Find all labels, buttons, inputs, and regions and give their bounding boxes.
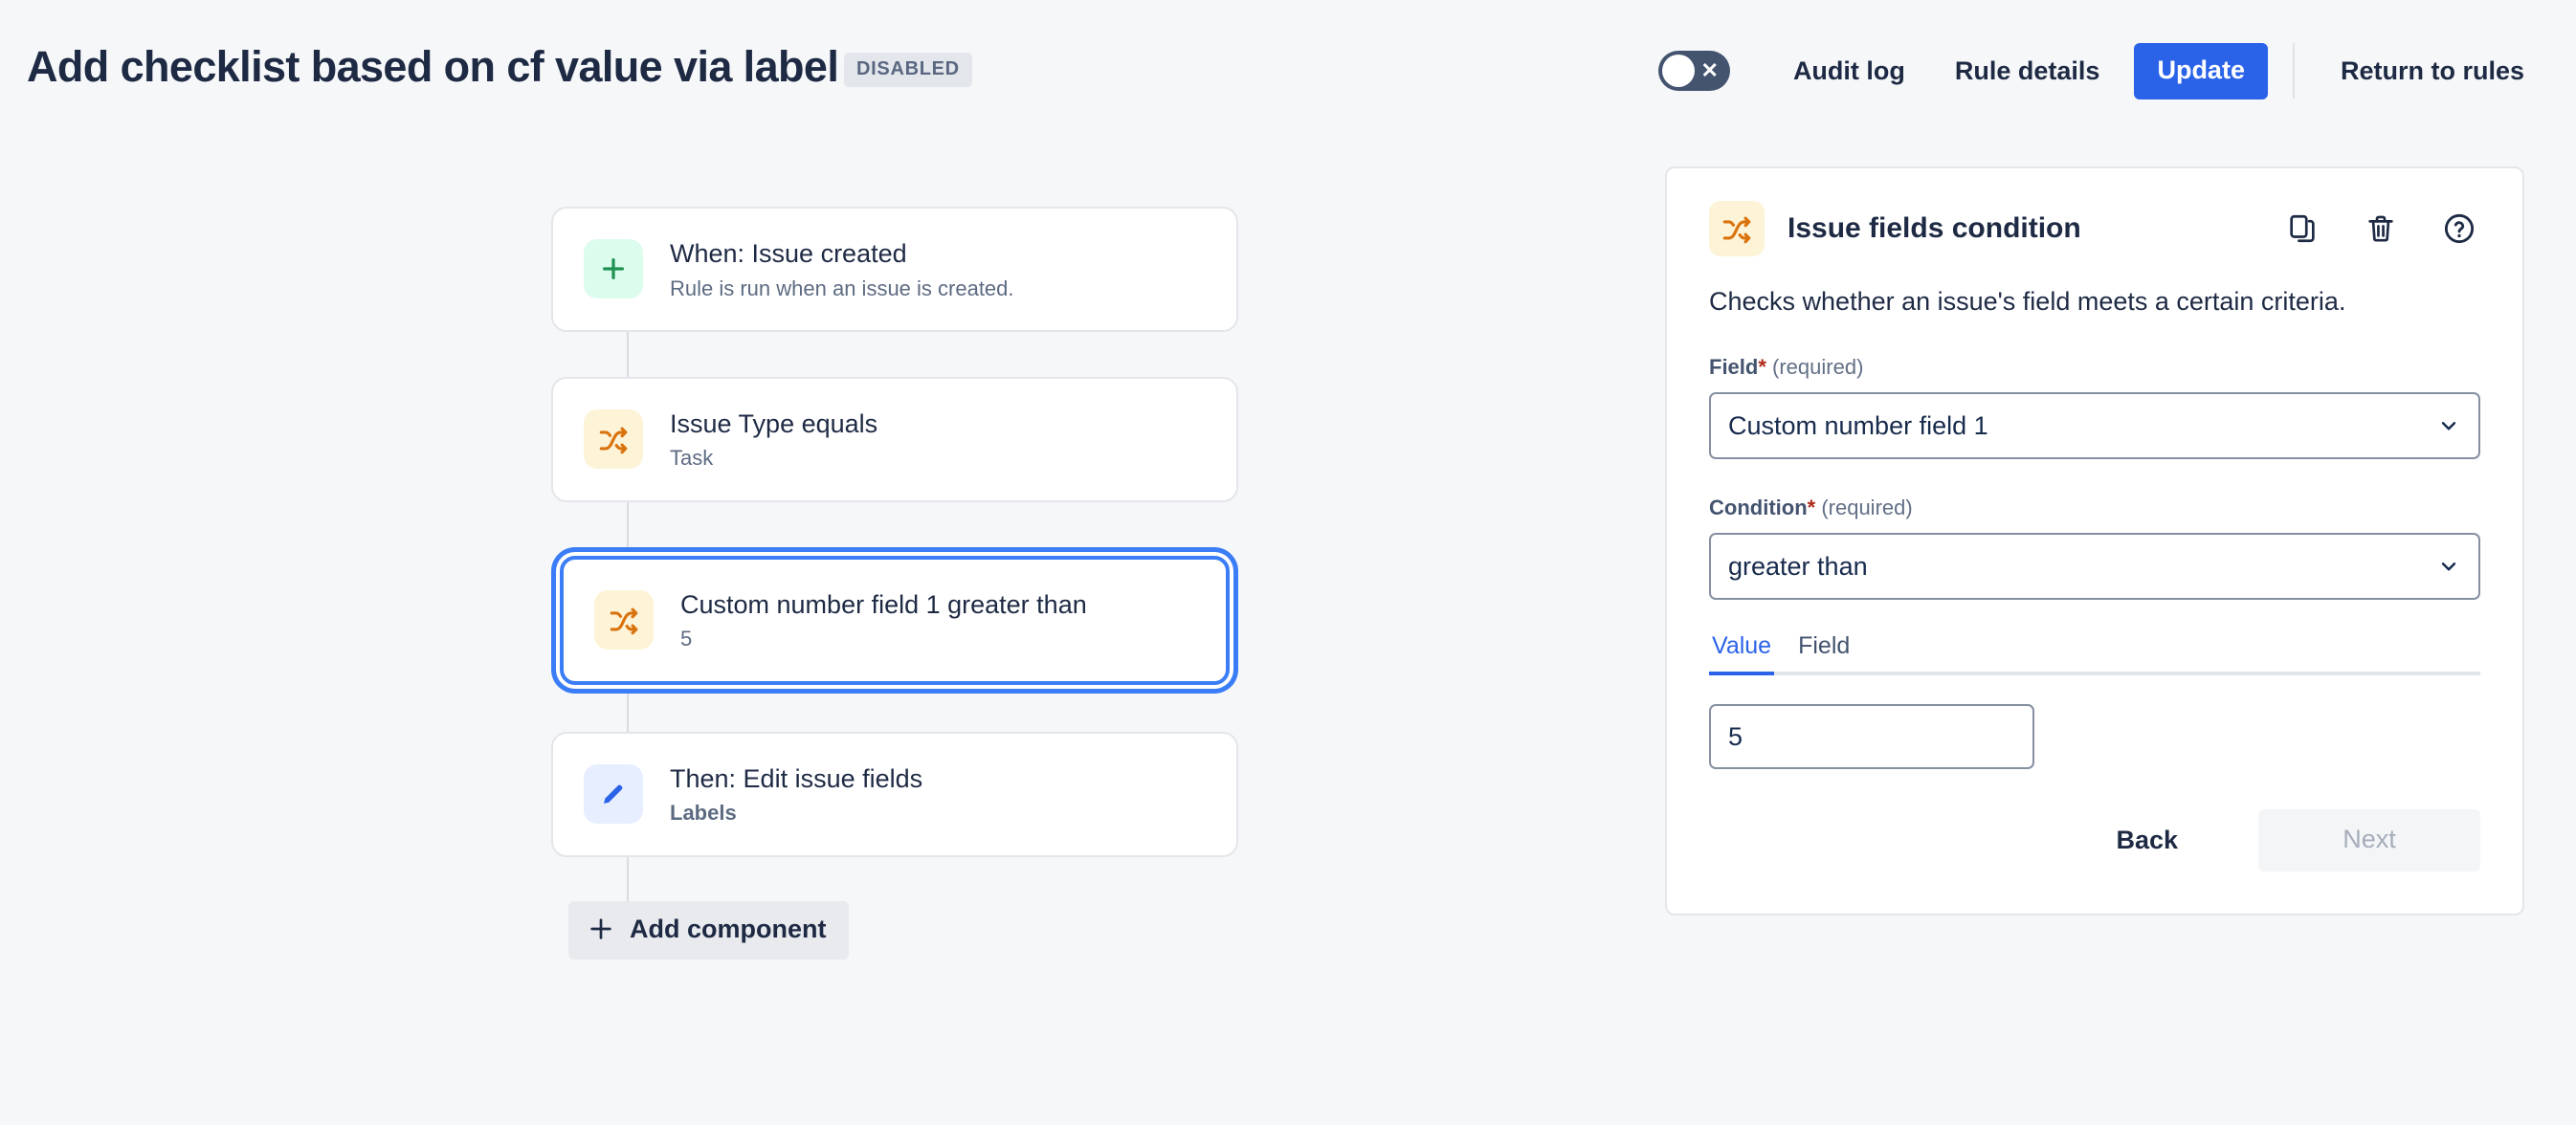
shuffle-icon: [584, 409, 643, 470]
required-text: (required): [1821, 496, 1913, 520]
rule-flow: When: Issue created Rule is run when an …: [551, 207, 1259, 960]
flow-connector: [627, 501, 629, 547]
flow-card-action-edit-issue-fields[interactable]: Then: Edit issue fields Labels: [551, 731, 1238, 857]
value-source-tabs: Value Field: [1709, 632, 2480, 676]
condition-select-value: greater than: [1728, 551, 1868, 581]
required-star: *: [1758, 355, 1766, 380]
status-badge: DISABLED: [844, 53, 972, 87]
flow-card-subtitle: Labels: [670, 801, 737, 826]
flow-card-condition-custom-number-field[interactable]: Custom number field 1 greater than 5: [560, 555, 1230, 685]
flow-card-text: Issue Type equals Task: [670, 408, 877, 472]
next-button: Next: [2258, 809, 2480, 872]
duplicate-icon[interactable]: [2281, 208, 2323, 250]
audit-log-link[interactable]: Audit log: [1768, 56, 1930, 86]
shuffle-icon: [1709, 201, 1765, 256]
add-component-label: Add component: [630, 914, 827, 943]
value-input[interactable]: [1709, 704, 2034, 770]
header-divider: [2292, 43, 2295, 99]
plus-icon: [588, 915, 614, 942]
flow-card-subtitle: Rule is run when an issue is created.: [670, 276, 1014, 300]
flow-card-title: Custom number field 1 greater than: [680, 589, 1087, 619]
condition-select[interactable]: greater than: [1709, 533, 2480, 601]
flow-card-subtitle: Task: [670, 446, 714, 471]
field-select-value: Custom number field 1: [1728, 410, 1988, 440]
chevron-down-icon: [2436, 554, 2461, 579]
condition-detail-panel: Issue fields condition Checks whether an…: [1665, 166, 2524, 916]
help-icon[interactable]: [2438, 208, 2480, 250]
flow-card-subtitle: 5: [680, 627, 693, 651]
flow-card-title: Then: Edit issue fields: [670, 763, 923, 793]
flow-card-text: Then: Edit issue fields Labels: [670, 762, 922, 827]
add-component-button[interactable]: Add component: [568, 900, 850, 960]
required-star: *: [1807, 496, 1816, 520]
field-label-text: Field: [1709, 355, 1759, 380]
update-button[interactable]: Update: [2134, 42, 2268, 99]
field-label: Field* (required): [1709, 357, 2480, 378]
panel-title: Issue fields condition: [1788, 212, 2081, 244]
flow-card-text: When: Issue created Rule is run when an …: [670, 237, 1014, 301]
back-button[interactable]: Back: [2091, 812, 2203, 869]
flow-connector: [627, 331, 629, 377]
flow-card-text: Custom number field 1 greater than 5: [680, 588, 1087, 652]
header-actions: ✕ Audit log Rule details Update Return t…: [1657, 0, 2549, 142]
flow-connector: [627, 856, 629, 901]
condition-label: Condition* (required): [1709, 497, 2480, 518]
toggle-knob: [1661, 55, 1695, 87]
trash-icon[interactable]: [2360, 208, 2402, 250]
pencil-icon: [584, 764, 643, 825]
condition-label-text: Condition: [1709, 496, 1808, 520]
toggle-off-icon: ✕: [1700, 58, 1719, 82]
flow-card-title: Issue Type equals: [670, 408, 878, 438]
flow-card-condition-issue-type[interactable]: Issue Type equals Task: [551, 376, 1238, 502]
page-title: Add checklist based on cf value via labe…: [27, 42, 839, 91]
rule-enabled-toggle[interactable]: ✕: [1657, 51, 1730, 91]
plus-icon: [584, 239, 643, 299]
tab-field[interactable]: Field: [1795, 632, 1853, 675]
panel-description: Checks whether an issue's field meets a …: [1709, 287, 2346, 316]
panel-footer: Back Next: [1709, 809, 2480, 872]
required-text: (required): [1772, 355, 1864, 380]
flow-card-trigger[interactable]: When: Issue created Rule is run when an …: [551, 207, 1238, 332]
chevron-down-icon: [2436, 413, 2461, 438]
field-select[interactable]: Custom number field 1: [1709, 392, 2480, 460]
panel-header: Issue fields condition: [1709, 201, 2480, 256]
shuffle-icon: [594, 590, 654, 651]
return-to-rules-link[interactable]: Return to rules: [2316, 56, 2549, 86]
rule-details-link[interactable]: Rule details: [1930, 56, 2125, 86]
flow-card-title: When: Issue created: [670, 239, 907, 268]
tab-value[interactable]: Value: [1709, 632, 1775, 676]
page-header: Add checklist based on cf value via labe…: [0, 0, 2576, 142]
flow-connector: [627, 693, 629, 732]
